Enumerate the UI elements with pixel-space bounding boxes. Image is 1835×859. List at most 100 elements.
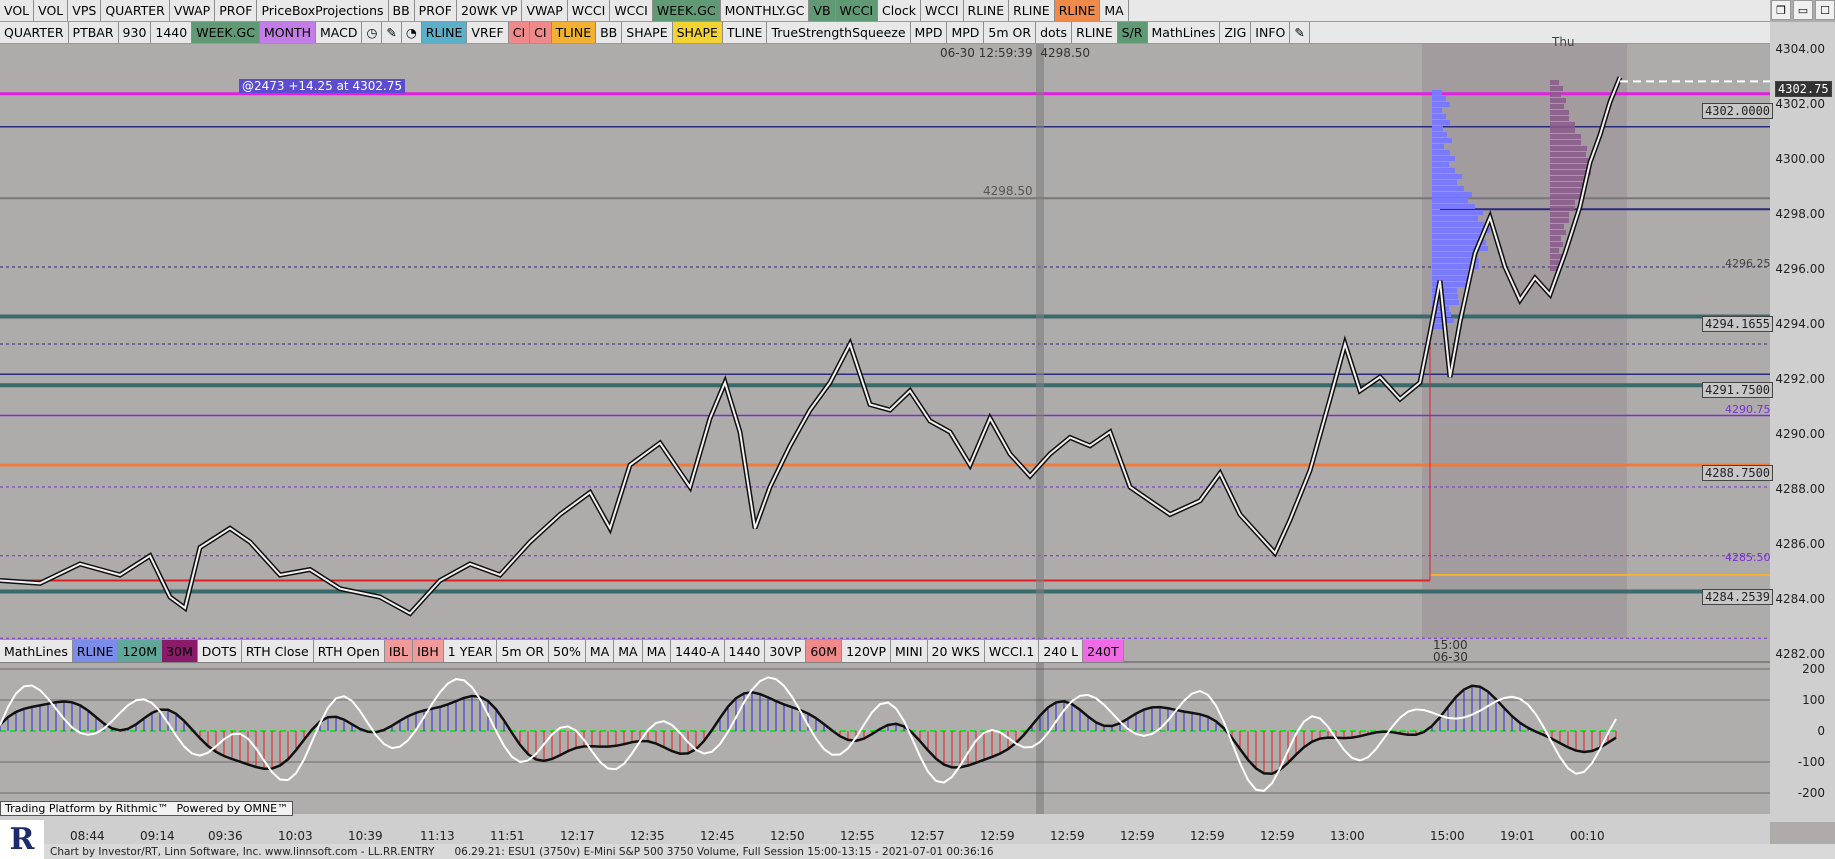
price-tag: 4291.7500 bbox=[1702, 382, 1774, 398]
toolbar-button-bb[interactable]: BB bbox=[596, 22, 623, 43]
trading-chart-window: VOL VOL VPS QUARTER VWAP PROF PriceBoxProjecti… bbox=[0, 0, 1835, 859]
toolbar-button-240t[interactable]: 240T bbox=[1083, 640, 1124, 662]
toolbar-button-rline[interactable]: RLINE bbox=[1072, 22, 1118, 43]
status-left: Chart by Investor/RT, Linn Software, Inc… bbox=[50, 845, 435, 858]
volume-profile-bar bbox=[1550, 146, 1587, 151]
toolbar-button-truestrengthsqueeze[interactable]: TrueStrengthSqueeze bbox=[767, 22, 911, 43]
price-tick: 4304.00 bbox=[1775, 42, 1825, 56]
toolbar-button-mpd[interactable]: MPD bbox=[910, 22, 948, 43]
toolbar-button-prof[interactable]: PROF bbox=[414, 0, 457, 21]
toolbar-button-vol[interactable]: VOL bbox=[34, 0, 69, 21]
toolbar-button-wcci-1[interactable]: WCCI.1 bbox=[984, 640, 1040, 662]
toolbar-button-dots[interactable]: dots bbox=[1036, 22, 1073, 43]
toolbar-button-50-[interactable]: 50% bbox=[549, 640, 586, 662]
toolbar-button-rth-open[interactable]: RTH Open bbox=[313, 640, 385, 662]
toolbar-button-bb[interactable]: BB bbox=[388, 0, 415, 21]
pencil-icon[interactable]: ✎ bbox=[382, 22, 402, 43]
toolbar-button-rline[interactable]: RLINE bbox=[421, 22, 468, 43]
toolbar-button-week-gc[interactable]: WEEK.GC bbox=[652, 0, 721, 21]
toolbar-button-week-gc[interactable]: WEEK.GC bbox=[192, 22, 260, 43]
pencil-icon[interactable]: ✎ bbox=[1290, 22, 1310, 43]
toolbar-button-1440-a[interactable]: 1440-A bbox=[670, 640, 725, 662]
toolbar-button-5m-or[interactable]: 5m OR bbox=[497, 640, 550, 662]
toolbar-button-vref[interactable]: VREF bbox=[467, 22, 509, 43]
minimize-icon[interactable]: ▭ bbox=[1793, 0, 1813, 20]
volume-profile-bar bbox=[1432, 156, 1455, 161]
indicator-toolbar-bottom: MathLines RLINE 120M 30M DOTS RTH Close RTH Op… bbox=[0, 639, 1124, 662]
toolbar-button-20wk-vp[interactable]: 20WK VP bbox=[456, 0, 523, 21]
toolbar-button-240-l[interactable]: 240 L bbox=[1039, 640, 1084, 662]
toolbar-button-30m[interactable]: 30M bbox=[162, 640, 198, 662]
toolbar-button-zig[interactable]: ZIG bbox=[1220, 22, 1252, 43]
toolbar-button-1440[interactable]: 1440 bbox=[724, 640, 766, 662]
volume-profile-bar bbox=[1550, 200, 1575, 205]
toolbar-button-rline[interactable]: RLINE bbox=[963, 0, 1010, 21]
toolbar-button-shape[interactable]: SHAPE bbox=[622, 22, 673, 43]
cursor-readout: 06-30 12:59:39 4298.50 bbox=[940, 46, 1090, 60]
volume-profile-bar bbox=[1432, 126, 1443, 131]
toolbar-button-ma[interactable]: MA bbox=[642, 640, 671, 662]
toolbar-button-20-wks[interactable]: 20 WKS bbox=[927, 640, 985, 662]
indicator-toolbar-second: QUARTER PTBAR 930 1440 WEEK.GC MONTH MACD ◷ ✎ ◔ RL… bbox=[0, 22, 1770, 44]
restore-icon[interactable]: ❐ bbox=[1771, 0, 1791, 20]
toolbar-button-dots[interactable]: DOTS bbox=[197, 640, 242, 662]
toolbar-button-tline[interactable]: TLINE bbox=[722, 22, 768, 43]
toolbar-button-clock[interactable]: Clock bbox=[878, 0, 922, 21]
toolbar-button-ma[interactable]: MA bbox=[585, 640, 615, 662]
time-tick: 10:03 bbox=[278, 829, 313, 843]
toolbar-button-5m-or[interactable]: 5m OR bbox=[984, 22, 1037, 43]
toolbar-button-1-year[interactable]: 1 YEAR bbox=[443, 640, 498, 662]
toolbar-button-mpd[interactable]: MPD bbox=[947, 22, 985, 43]
toolbar-button-vwap[interactable]: VWAP bbox=[522, 0, 568, 21]
toolbar-button-120vp[interactable]: 120VP bbox=[842, 640, 892, 662]
trade-tag[interactable]: @2473 +14.25 at 4302.75 bbox=[239, 79, 406, 93]
toolbar-button-ci[interactable]: CI bbox=[508, 22, 531, 43]
toolbar-button-wcci[interactable]: WCCI bbox=[567, 0, 611, 21]
price-tag: 4285.50 bbox=[1725, 551, 1771, 564]
chart-icon[interactable]: ◔ bbox=[401, 22, 422, 43]
toolbar-button-macd[interactable]: MACD bbox=[315, 22, 363, 43]
toolbar-button-vps[interactable]: VPS bbox=[68, 0, 102, 21]
price-chart[interactable] bbox=[0, 0, 1835, 859]
clock-icon[interactable]: ◷ bbox=[362, 22, 383, 43]
toolbar-button-120m[interactable]: 120M bbox=[118, 640, 163, 662]
volume-profile-bar bbox=[1432, 234, 1482, 239]
volume-profile-bar bbox=[1432, 204, 1475, 209]
toolbar-button-60m[interactable]: 60M bbox=[806, 640, 843, 662]
toolbar-button-priceboxprojections[interactable]: PriceBoxProjections bbox=[257, 0, 389, 21]
toolbar-button-vb[interactable]: VB bbox=[809, 0, 836, 21]
toolbar-button-rth-close[interactable]: RTH Close bbox=[241, 640, 314, 662]
toolbar-button-930[interactable]: 930 bbox=[118, 22, 152, 43]
toolbar-button-quarter[interactable]: QUARTER bbox=[0, 22, 69, 43]
toolbar-button-mathlines[interactable]: MathLines bbox=[0, 640, 73, 662]
toolbar-button-s-r[interactable]: S/R bbox=[1117, 22, 1148, 43]
toolbar-button-prof[interactable]: PROF bbox=[215, 0, 258, 21]
toolbar-button-mini[interactable]: MINI bbox=[891, 640, 928, 662]
toolbar-button-1440[interactable]: 1440 bbox=[151, 22, 193, 43]
toolbar-button-ibh[interactable]: IBH bbox=[413, 640, 444, 662]
toolbar-button-rline[interactable]: RLINE bbox=[1009, 0, 1055, 21]
toolbar-button-shape[interactable]: SHAPE bbox=[672, 22, 723, 43]
toolbar-button-wcci[interactable]: WCCI bbox=[610, 0, 653, 21]
toolbar-button-ptbar[interactable]: PTBAR bbox=[68, 22, 119, 43]
toolbar-button-tline[interactable]: TLINE bbox=[551, 22, 597, 43]
toolbar-button-monthly-gc[interactable]: MONTHLY.GC bbox=[720, 0, 810, 21]
time-tick: 11:13 bbox=[420, 829, 455, 843]
maximize-icon[interactable]: ☐ bbox=[1815, 0, 1835, 20]
toolbar-button-vol[interactable]: VOL bbox=[0, 0, 35, 21]
toolbar-button-rline[interactable]: RLINE bbox=[72, 640, 119, 662]
toolbar-button-vwap[interactable]: VWAP bbox=[169, 0, 216, 21]
toolbar-button-ibl[interactable]: IBL bbox=[384, 640, 414, 662]
volume-profile-bar bbox=[1550, 122, 1575, 127]
toolbar-button-info[interactable]: INFO bbox=[1251, 22, 1291, 43]
toolbar-button-ma[interactable]: MA bbox=[1100, 0, 1129, 21]
toolbar-button-ma[interactable]: MA bbox=[614, 640, 643, 662]
toolbar-button-30vp[interactable]: 30VP bbox=[765, 640, 807, 662]
toolbar-button-rline[interactable]: RLINE bbox=[1054, 0, 1101, 21]
toolbar-button-month[interactable]: MONTH bbox=[259, 22, 316, 43]
toolbar-button-quarter[interactable]: QUARTER bbox=[101, 0, 170, 21]
toolbar-button-wcci[interactable]: WCCI bbox=[835, 0, 879, 21]
toolbar-button-wcci[interactable]: WCCI bbox=[921, 0, 964, 21]
toolbar-button-ci[interactable]: CI bbox=[530, 22, 552, 43]
toolbar-button-mathlines[interactable]: MathLines bbox=[1147, 22, 1221, 43]
